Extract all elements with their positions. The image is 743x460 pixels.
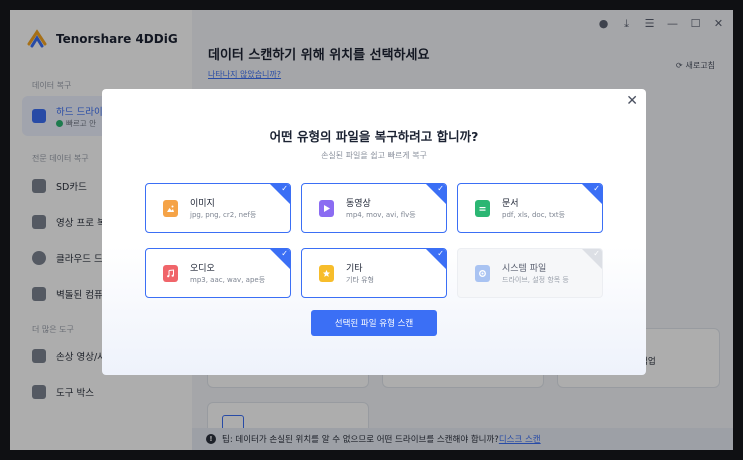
file-type-system[interactable]: 시스템 파일 드라이브, 설정 항목 등 ✓ — [457, 248, 603, 298]
check-icon: ✓ — [593, 249, 600, 258]
file-type-ext: mp3, aac, wav, ape등 — [190, 276, 266, 284]
file-type-name: 오디오 — [190, 264, 215, 274]
file-type-ext: 드라이브, 설정 항목 등 — [502, 276, 569, 284]
settings-icon — [475, 265, 490, 282]
check-icon: ✓ — [593, 184, 600, 193]
file-type-document[interactable]: 문서 pdf, xls, doc, txt등 ✓ — [457, 183, 603, 233]
close-icon[interactable]: ✕ — [626, 93, 638, 109]
file-type-dialog: ✕ 어떤 유형의 파일을 복구하려고 합니까? 손실된 파일을 쉽고 빠르게 복… — [102, 89, 646, 375]
dialog-title: 어떤 유형의 파일을 복구하려고 합니까? — [269, 129, 479, 144]
star-icon — [319, 265, 334, 282]
file-type-name: 기타 — [346, 264, 363, 274]
scan-selected-types-button[interactable]: 선택된 파일 유형 스캔 — [311, 310, 437, 336]
file-type-ext: mp4, mov, avi, flv등 — [346, 211, 416, 219]
app-window: Tenorshare 4DDiG 데이터 복구 하드 드라이 빠르고 안 전문 … — [10, 10, 733, 450]
file-type-audio[interactable]: 오디오 mp3, aac, wav, ape등 ✓ — [145, 248, 291, 298]
file-type-ext: pdf, xls, doc, txt등 — [502, 211, 566, 219]
file-type-image[interactable]: 이미지 jpg, png, cr2, nef등 ✓ — [145, 183, 291, 233]
check-icon: ✓ — [437, 249, 444, 258]
file-type-name: 동영상 — [346, 199, 371, 209]
dialog-subtitle: 손실된 파일을 쉽고 빠르게 복구 — [321, 151, 427, 160]
file-type-name: 시스템 파일 — [502, 264, 547, 274]
audio-icon — [163, 265, 178, 282]
file-type-video[interactable]: 동영상 mp4, mov, avi, flv등 ✓ — [301, 183, 447, 233]
video-icon — [319, 200, 334, 217]
image-icon — [163, 200, 178, 217]
check-icon: ✓ — [281, 184, 288, 193]
file-type-ext: jpg, png, cr2, nef등 — [190, 211, 257, 219]
file-type-name: 이미지 — [190, 199, 215, 209]
file-type-other[interactable]: 기타 기타 유형 ✓ — [301, 248, 447, 298]
document-icon — [475, 200, 490, 217]
check-icon: ✓ — [437, 184, 444, 193]
check-icon: ✓ — [281, 249, 288, 258]
file-type-name: 문서 — [502, 199, 519, 209]
file-type-ext: 기타 유형 — [346, 276, 374, 284]
